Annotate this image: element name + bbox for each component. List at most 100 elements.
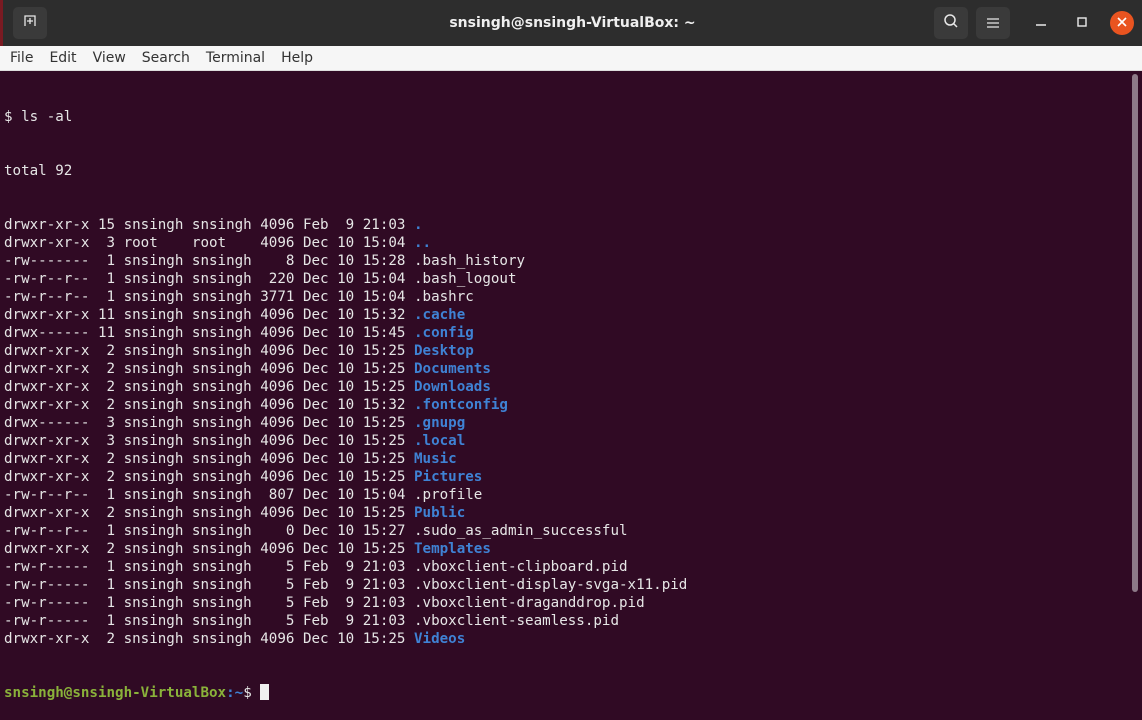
menu-file[interactable]: File — [10, 50, 33, 66]
entry-meta: -rw-r--r-- 1 snsingh snsingh 0 Dec 10 15… — [4, 523, 414, 539]
menu-button[interactable] — [976, 7, 1010, 39]
prompt-path: :~ — [226, 685, 244, 701]
entry-name: Videos — [414, 631, 466, 647]
entry-name: .vboxclient-draganddrop.pid — [414, 595, 645, 611]
entry-meta: drwxr-xr-x 2 snsingh snsingh 4096 Dec 10… — [4, 361, 414, 377]
list-item: drwxr-xr-x 2 snsingh snsingh 4096 Dec 10… — [4, 396, 1124, 414]
entry-name: . — [414, 217, 423, 233]
list-item: drwxr-xr-x 2 snsingh snsingh 4096 Dec 10… — [4, 360, 1124, 378]
entry-name: Music — [414, 451, 457, 467]
entry-meta: -rw-r----- 1 snsingh snsingh 5 Feb 9 21:… — [4, 577, 414, 593]
prompt-line: snsingh@snsingh-VirtualBox:~$ — [4, 684, 1124, 702]
entry-name: Documents — [414, 361, 491, 377]
entry-meta: drwxr-xr-x 2 snsingh snsingh 4096 Dec 10… — [4, 343, 414, 359]
terminal-output[interactable]: $ ls -al total 92 drwxr-xr-x 15 snsingh … — [4, 72, 1124, 701]
entry-name: .fontconfig — [414, 397, 508, 413]
entry-meta: -rw-r--r-- 1 snsingh snsingh 3771 Dec 10… — [4, 289, 414, 305]
list-item: -rw------- 1 snsingh snsingh 8 Dec 10 15… — [4, 252, 1124, 270]
total-line: total 92 — [4, 163, 73, 179]
text-cursor — [259, 684, 269, 700]
entry-name: Templates — [414, 541, 491, 557]
entry-meta: drwx------ 11 snsingh snsingh 4096 Dec 1… — [4, 325, 414, 341]
list-item: drwxr-xr-x 11 snsingh snsingh 4096 Dec 1… — [4, 306, 1124, 324]
entry-name: Pictures — [414, 469, 483, 485]
entry-name: .bash_logout — [414, 271, 517, 287]
list-item: -rw-r--r-- 1 snsingh snsingh 3771 Dec 10… — [4, 288, 1124, 306]
entry-name: .local — [414, 433, 466, 449]
list-item: drwxr-xr-x 3 root root 4096 Dec 10 15:04… — [4, 234, 1124, 252]
entry-meta: -rw-r--r-- 1 snsingh snsingh 220 Dec 10 … — [4, 271, 414, 287]
entry-meta: -rw-r----- 1 snsingh snsingh 5 Feb 9 21:… — [4, 595, 414, 611]
entry-name: .vboxclient-display-svga-x11.pid — [414, 577, 688, 593]
hamburger-menu-icon — [986, 14, 1000, 33]
list-item: -rw-r----- 1 snsingh snsingh 5 Feb 9 21:… — [4, 576, 1124, 594]
entry-meta: drwxr-xr-x 3 snsingh snsingh 4096 Dec 10… — [4, 433, 414, 449]
list-item: drwxr-xr-x 15 snsingh snsingh 4096 Feb 9… — [4, 216, 1124, 234]
entry-meta: -rw-r--r-- 1 snsingh snsingh 807 Dec 10 … — [4, 487, 414, 503]
list-item: -rw-r----- 1 snsingh snsingh 5 Feb 9 21:… — [4, 612, 1124, 630]
list-item: drwx------ 11 snsingh snsingh 4096 Dec 1… — [4, 324, 1124, 342]
listing: drwxr-xr-x 15 snsingh snsingh 4096 Feb 9… — [4, 216, 1124, 648]
search-button[interactable] — [934, 7, 968, 39]
entry-meta: drwxr-xr-x 2 snsingh snsingh 4096 Dec 10… — [4, 451, 414, 467]
list-item: drwxr-xr-x 2 snsingh snsingh 4096 Dec 10… — [4, 504, 1124, 522]
close-icon — [1117, 15, 1127, 31]
entry-name: .profile — [414, 487, 483, 503]
entry-name: .gnupg — [414, 415, 466, 431]
list-item: drwxr-xr-x 2 snsingh snsingh 4096 Dec 10… — [4, 630, 1124, 648]
entry-meta: drwxr-xr-x 3 root root 4096 Dec 10 15:04 — [4, 235, 414, 251]
entry-meta: -rw------- 1 snsingh snsingh 8 Dec 10 15… — [4, 253, 414, 269]
list-item: drwxr-xr-x 3 snsingh snsingh 4096 Dec 10… — [4, 432, 1124, 450]
entry-meta: drwxr-xr-x 15 snsingh snsingh 4096 Feb 9… — [4, 217, 414, 233]
menu-edit[interactable]: Edit — [49, 50, 76, 66]
menu-terminal[interactable]: Terminal — [206, 50, 265, 66]
minimize-button[interactable] — [1029, 11, 1053, 35]
entry-meta: drwxr-xr-x 2 snsingh snsingh 4096 Dec 10… — [4, 541, 414, 557]
list-item: drwxr-xr-x 2 snsingh snsingh 4096 Dec 10… — [4, 342, 1124, 360]
entry-meta: -rw-r----- 1 snsingh snsingh 5 Feb 9 21:… — [4, 559, 414, 575]
minimize-icon — [1036, 15, 1046, 31]
list-item: -rw-r--r-- 1 snsingh snsingh 0 Dec 10 15… — [4, 522, 1124, 540]
prompt-user: snsingh@snsingh-VirtualBox — [4, 685, 227, 701]
list-item: drwxr-xr-x 2 snsingh snsingh 4096 Dec 10… — [4, 450, 1124, 468]
menu-bar: File Edit View Search Terminal Help — [0, 46, 1142, 71]
entry-name: .cache — [414, 307, 466, 323]
list-item: -rw-r--r-- 1 snsingh snsingh 807 Dec 10 … — [4, 486, 1124, 504]
menu-search[interactable]: Search — [142, 50, 190, 66]
entry-name: Downloads — [414, 379, 491, 395]
prompt-symbol: $ — [243, 685, 252, 701]
command-line: $ ls -al — [4, 109, 73, 125]
window-title: snsingh@snsingh-VirtualBox: ~ — [449, 15, 696, 31]
entry-name: .. — [414, 235, 432, 251]
entry-meta: -rw-r----- 1 snsingh snsingh 5 Feb 9 21:… — [4, 613, 414, 629]
list-item: drwx------ 3 snsingh snsingh 4096 Dec 10… — [4, 414, 1124, 432]
entry-name: .sudo_as_admin_successful — [414, 523, 628, 539]
entry-meta: drwxr-xr-x 2 snsingh snsingh 4096 Dec 10… — [4, 505, 414, 521]
entry-name: .bash_history — [414, 253, 526, 269]
list-item: -rw-r----- 1 snsingh snsingh 5 Feb 9 21:… — [4, 558, 1124, 576]
entry-meta: drwxr-xr-x 2 snsingh snsingh 4096 Dec 10… — [4, 397, 414, 413]
maximize-icon — [1077, 15, 1087, 31]
entry-name: .bashrc — [414, 289, 474, 305]
entry-meta: drwxr-xr-x 2 snsingh snsingh 4096 Dec 10… — [4, 379, 414, 395]
list-item: drwxr-xr-x 2 snsingh snsingh 4096 Dec 10… — [4, 468, 1124, 486]
entry-meta: drwxr-xr-x 2 snsingh snsingh 4096 Dec 10… — [4, 469, 414, 485]
entry-name: Desktop — [414, 343, 474, 359]
entry-meta: drwxr-xr-x 2 snsingh snsingh 4096 Dec 10… — [4, 631, 414, 647]
menu-view[interactable]: View — [93, 50, 126, 66]
list-item: drwxr-xr-x 2 snsingh snsingh 4096 Dec 10… — [4, 540, 1124, 558]
scrollbar[interactable] — [1132, 74, 1138, 592]
entry-meta: drwxr-xr-x 11 snsingh snsingh 4096 Dec 1… — [4, 307, 414, 323]
maximize-button[interactable] — [1070, 11, 1094, 35]
menu-help[interactable]: Help — [281, 50, 313, 66]
entry-name: .vboxclient-clipboard.pid — [414, 559, 628, 575]
list-item: drwxr-xr-x 2 snsingh snsingh 4096 Dec 10… — [4, 378, 1124, 396]
search-icon — [943, 13, 959, 33]
entry-meta: drwx------ 3 snsingh snsingh 4096 Dec 10… — [4, 415, 414, 431]
entry-name: .vboxclient-seamless.pid — [414, 613, 619, 629]
entry-name: .config — [414, 325, 474, 341]
entry-name: Public — [414, 505, 466, 521]
title-bar: snsingh@snsingh-VirtualBox: ~ — [0, 0, 1142, 46]
close-button[interactable] — [1110, 11, 1134, 35]
list-item: -rw-r--r-- 1 snsingh snsingh 220 Dec 10 … — [4, 270, 1124, 288]
